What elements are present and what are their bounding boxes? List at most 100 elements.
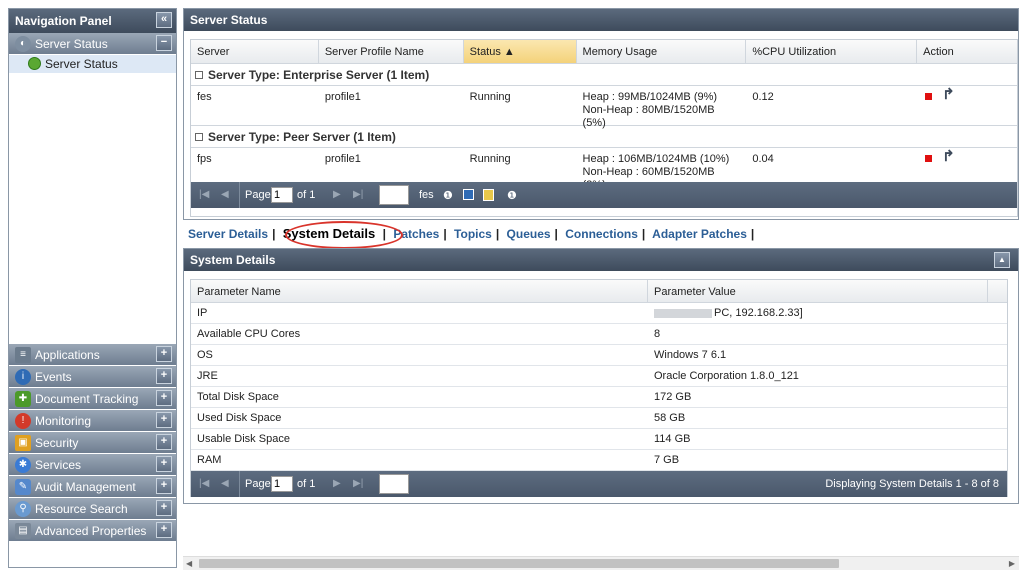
restart-icon[interactable]: ↱ (942, 87, 955, 102)
system-grid-pager: |◀ ◀ Page 1 of 1 ▶ ▶| Displaying System … (191, 471, 1007, 497)
server-status-grid: Server Server Profile Name Status ▲ Memo… (190, 39, 1018, 217)
table-row[interactable]: IP PC, 192.168.2.33] (191, 303, 1007, 324)
nav-section-applications[interactable]: ≡ Applications + (9, 344, 176, 366)
expand-section-icon[interactable]: + (156, 390, 172, 406)
tab-queues[interactable]: Queues (507, 227, 551, 241)
col-status[interactable]: Status ▲ (463, 40, 577, 63)
expand-section-icon[interactable]: + (156, 500, 172, 516)
tab-separator: | (554, 227, 558, 241)
col-cpu-utilization[interactable]: %CPU Utilization (746, 40, 918, 63)
horizontal-scrollbar[interactable]: ◀ ▶ (183, 556, 1019, 570)
cell-memory: Heap : 106MB/1024MB (10%) Non-Heap : 60MB… (577, 148, 747, 191)
tab-separator: | (495, 227, 500, 241)
expand-section-icon[interactable]: + (156, 412, 172, 428)
scroll-right-icon[interactable]: ▶ (1009, 559, 1015, 568)
nav-section-label: Applications (35, 348, 100, 362)
first-page-icon[interactable]: |◀ (199, 182, 209, 208)
expand-section-icon[interactable]: + (156, 478, 172, 494)
last-page-icon[interactable]: ▶| (353, 182, 363, 208)
table-row[interactable]: fps profile1 Running Heap : 106MB/1024MB… (191, 148, 1017, 191)
table-row[interactable]: RAM 7 GB (191, 450, 1007, 471)
system-details-title: System Details (190, 253, 276, 267)
page-total: of 1 (297, 189, 316, 201)
nav-section-server-status[interactable]: ◐ Server Status − (9, 33, 176, 55)
expand-section-icon[interactable]: + (156, 522, 172, 538)
nav-section-monitoring[interactable]: ! Monitoring + (9, 410, 176, 432)
document-tracking-icon: ✚ (15, 391, 31, 407)
expand-section-icon[interactable]: + (156, 368, 172, 384)
collapse-group-icon[interactable] (195, 133, 203, 141)
nav-section-resource-search[interactable]: ⚲ Resource Search + (9, 498, 176, 520)
col-parameter-value[interactable]: Parameter Value (648, 280, 988, 302)
nav-section-events[interactable]: i Events + (9, 366, 176, 388)
nav-section-audit-management[interactable]: ✎ Audit Management + (9, 476, 176, 498)
cell-action: ↱ (917, 148, 1017, 182)
info-icon[interactable]: ❶ (443, 183, 453, 209)
scroll-left-icon[interactable]: ◀ (186, 559, 192, 568)
save-icon[interactable] (463, 189, 474, 200)
server-grid-header: Server Server Profile Name Status ▲ Memo… (191, 40, 1017, 64)
tab-topics[interactable]: Topics (454, 227, 492, 241)
page-size-input[interactable] (379, 185, 409, 205)
prev-page-icon[interactable]: ◀ (221, 471, 229, 497)
group-enterprise-server[interactable]: Server Type: Enterprise Server (1 Item) (191, 64, 1017, 86)
tab-connections[interactable]: Connections (565, 227, 638, 241)
nav-section-advanced-properties[interactable]: ▤ Advanced Properties + (9, 520, 176, 542)
col-memory-usage[interactable]: Memory Usage (577, 40, 747, 63)
cell-param-name: Total Disk Space (197, 391, 279, 403)
stop-icon[interactable] (925, 93, 933, 100)
scrollbar-thumb[interactable] (199, 559, 839, 568)
cell-param-value: 8 (654, 328, 661, 340)
tab-separator: | (750, 227, 755, 241)
nav-item-server-status[interactable]: Server Status (9, 55, 176, 73)
expand-section-icon[interactable]: + (156, 434, 172, 450)
page-input[interactable]: 1 (271, 187, 293, 203)
restart-icon[interactable]: ↱ (942, 149, 955, 164)
table-row[interactable]: OS Windows 7 6.1 (191, 345, 1007, 366)
audit-management-icon: ✎ (15, 479, 31, 495)
report-icon[interactable] (483, 189, 494, 201)
tab-separator: | (443, 227, 447, 241)
nav-section-label: Events (35, 370, 72, 384)
table-row[interactable]: Available CPU Cores 8 (191, 324, 1007, 345)
page-input[interactable]: 1 (271, 476, 293, 492)
nav-section-label: Monitoring (35, 414, 92, 428)
stop-icon[interactable] (925, 155, 933, 162)
first-page-icon[interactable]: |◀ (199, 471, 209, 497)
collapse-group-icon[interactable] (195, 71, 203, 79)
collapse-section-icon[interactable]: − (156, 35, 172, 51)
heap-text: Heap : 106MB/1024MB (10%) (582, 153, 730, 165)
navigation-panel: Navigation Panel « ◐ Server Status − Ser… (8, 8, 177, 568)
services-icon: ✱ (15, 457, 31, 473)
table-row[interactable]: Usable Disk Space 114 GB (191, 429, 1007, 450)
col-server[interactable]: Server (191, 40, 319, 63)
col-action[interactable]: Action (917, 40, 1017, 63)
col-server-profile-name[interactable]: Server Profile Name (319, 40, 464, 63)
next-page-icon[interactable]: ▶ (333, 182, 341, 208)
expand-section-icon[interactable]: + (156, 456, 172, 472)
table-row[interactable]: JRE Oracle Corporation 1.8.0_121 (191, 366, 1007, 387)
table-row[interactable]: Used Disk Space 58 GB (191, 408, 1007, 429)
table-row[interactable]: fes profile1 Running Heap : 99MB/1024MB … (191, 86, 1017, 129)
tab-adapter-patches[interactable]: Adapter Patches (652, 227, 747, 241)
collapse-panel-icon[interactable]: ▲ (994, 252, 1010, 268)
tab-server-details[interactable]: Server Details (188, 227, 268, 241)
advanced-properties-icon: ▤ (15, 523, 31, 539)
nav-section-document-tracking[interactable]: ✚ Document Tracking + (9, 388, 176, 410)
last-page-icon[interactable]: ▶| (353, 471, 363, 497)
prev-page-icon[interactable]: ◀ (221, 182, 229, 208)
next-page-icon[interactable]: ▶ (333, 471, 341, 497)
monitoring-icon: ! (15, 413, 31, 429)
page-size-input[interactable] (379, 474, 409, 494)
table-row[interactable]: Total Disk Space 172 GB (191, 387, 1007, 408)
nav-section-label: Resource Search (35, 502, 128, 516)
search-icon: ⚲ (15, 501, 31, 517)
alert-icon[interactable]: ❶ (507, 183, 517, 209)
expand-section-icon[interactable]: + (156, 346, 172, 362)
col-parameter-name[interactable]: Parameter Name (191, 280, 648, 302)
cell-memory: Heap : 99MB/1024MB (9%) Non-Heap : 80MB/1… (577, 86, 747, 129)
nav-section-services[interactable]: ✱ Services + (9, 454, 176, 476)
cell-param-name: RAM (197, 454, 222, 466)
nav-section-security[interactable]: ▣ Security + (9, 432, 176, 454)
collapse-panel-icon[interactable]: « (156, 12, 172, 28)
